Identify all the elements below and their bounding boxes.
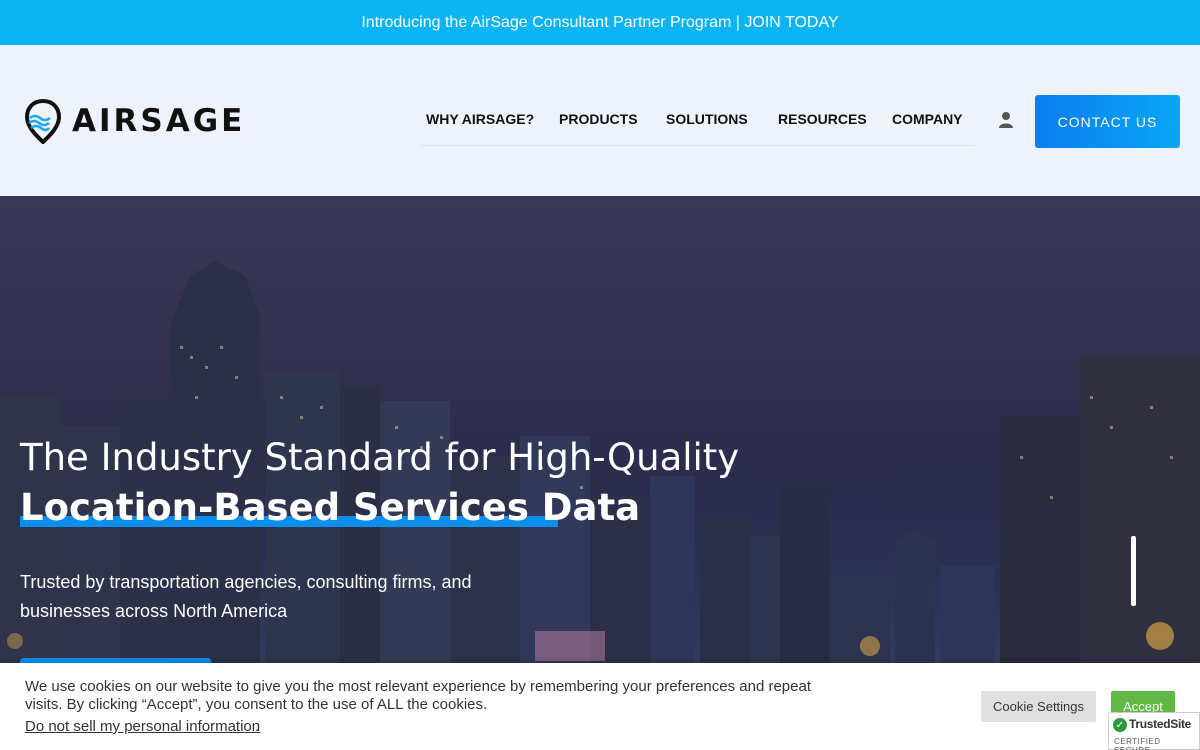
user-icon[interactable]	[998, 111, 1014, 129]
cookie-message: We use cookies on our website to give yo…	[25, 678, 811, 713]
nav-why-airsage[interactable]: WHY AIRSAGE?	[426, 111, 534, 127]
nav-solutions[interactable]: SOLUTIONS	[666, 111, 748, 127]
cookie-settings-button[interactable]: Cookie Settings	[981, 691, 1096, 722]
contact-us-button[interactable]: CONTACT US	[1035, 95, 1180, 148]
trustedsite-name: TrustedSite	[1129, 717, 1192, 731]
location-pin-logo-icon	[24, 98, 62, 144]
cookie-consent-bar: We use cookies on our website to give yo…	[0, 663, 1200, 750]
do-not-sell-link[interactable]: Do not sell my personal information	[25, 718, 260, 735]
hero-subtext: Trusted by transportation agencies, cons…	[20, 572, 472, 621]
hero-headline-line2: Location-Based Services Data	[20, 486, 641, 529]
nav-products[interactable]: PRODUCTS	[559, 111, 638, 127]
nav-resources[interactable]: RESOURCES	[778, 111, 867, 127]
announcement-text[interactable]: Introducing the AirSage Consultant Partn…	[361, 14, 838, 32]
nav-company[interactable]: COMPANY	[892, 111, 963, 127]
hero-section: The Industry Standard for High-Quality L…	[0, 196, 1200, 663]
trustedsite-badge[interactable]: ✓ TrustedSite CERTIFIED SECURE	[1108, 712, 1200, 750]
scroll-indicator[interactable]	[1131, 536, 1136, 606]
logo-text: AIRSAGE	[72, 103, 246, 139]
nav-divider	[420, 145, 975, 146]
cookie-link-suffix: .	[255, 718, 260, 735]
hero-headline-line1: The Industry Standard for High-Quality	[20, 436, 740, 479]
logo[interactable]: AIRSAGE	[24, 98, 245, 144]
site-header: AIRSAGE WHY AIRSAGE? PRODUCTS SOLUTIONS …	[0, 45, 1200, 196]
announcement-bar[interactable]: Introducing the AirSage Consultant Partn…	[0, 0, 1200, 45]
hero-headline-line2-wrap: Location-Based Services Data	[20, 486, 640, 529]
trustedsite-sub: CERTIFIED SECURE	[1114, 737, 1161, 750]
check-icon: ✓	[1113, 718, 1127, 732]
